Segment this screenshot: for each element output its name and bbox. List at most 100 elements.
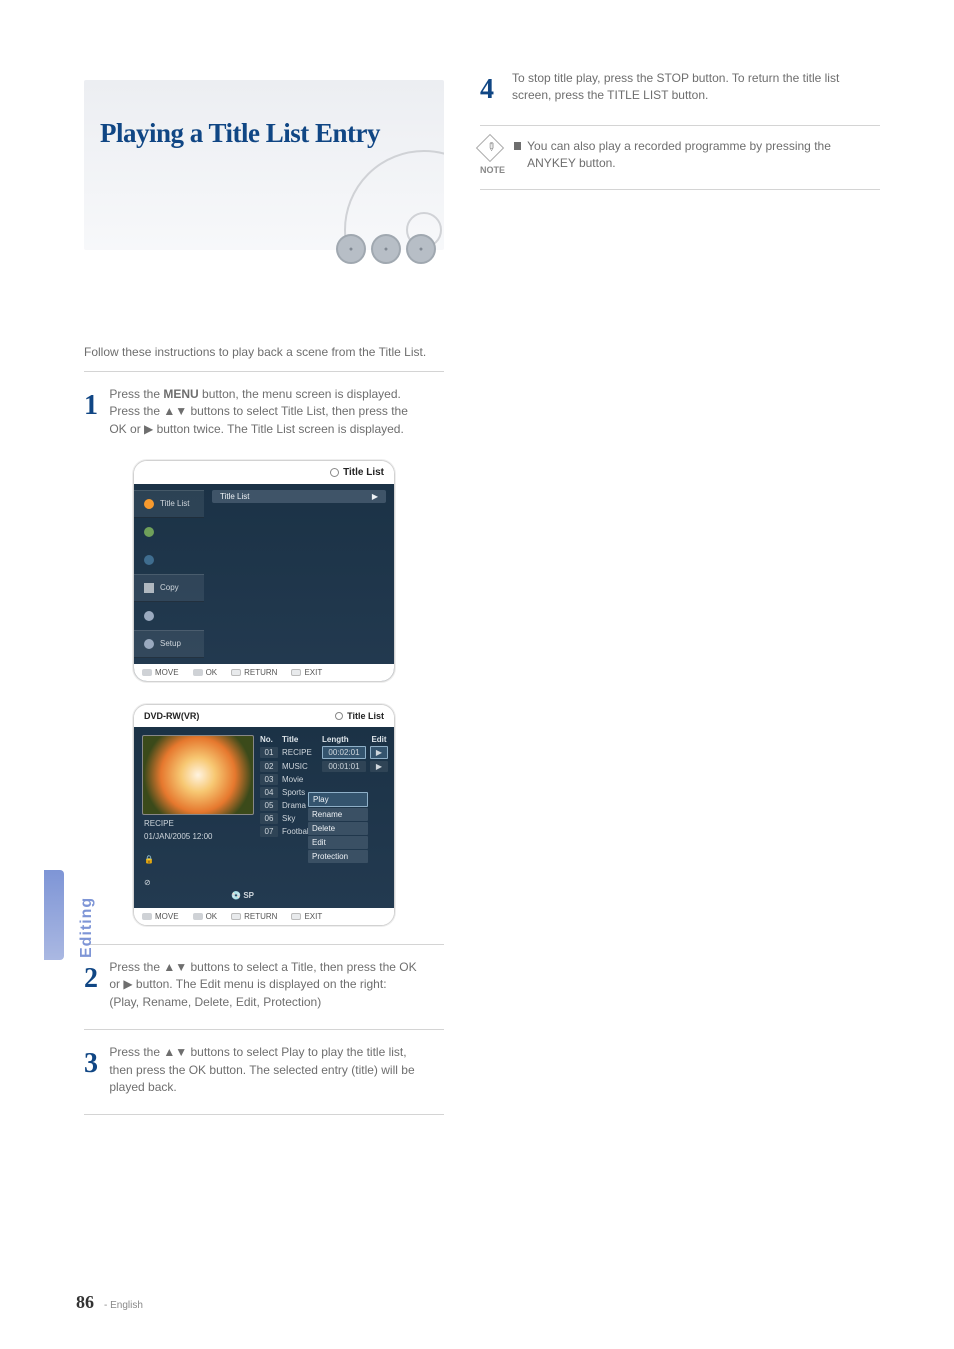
osd2-hright: Title List [347,711,384,721]
table-row[interactable]: 03 Movie [260,774,388,785]
popup-protection[interactable]: Protection [308,850,368,863]
pad-icon [193,669,203,676]
page-title: Playing a Title List Entry [84,80,444,149]
cell-edit: ▶ [370,746,388,759]
play-icon: ▶ [372,492,378,501]
col-edit: Edit [370,735,388,744]
osd1-bottom-bar: MOVE OK RETURN EXIT [134,664,394,681]
sidebar-item-titlelist[interactable]: Title List [134,490,204,518]
osd1-main: Title List ▶ [204,484,394,624]
osd1-header: Title List [134,461,394,484]
bullet-icon [514,142,521,150]
sidebar-item-copy[interactable]: Copy [134,574,204,602]
exit-icon [291,913,301,920]
bb2-2: RETURN [244,912,277,921]
sidebar-item-4[interactable] [134,602,204,630]
cell-no: 01 [260,747,278,758]
pad-icon [142,669,152,676]
sidebar-item-2[interactable] [134,546,204,574]
col-no: No. [260,735,278,744]
cell-title: MUSIC [282,762,318,771]
cell-no: 07 [260,826,278,837]
bb1-3: EXIT [304,668,322,677]
sidebar-item-setup[interactable]: Setup [134,630,204,658]
s2-arrows: ▲▼ [163,960,187,974]
sb-label-5: Setup [160,639,181,648]
bb1-2: RETURN [244,668,277,677]
step-number-4: 4 [480,70,504,111]
s2-tail: button. The Edit menu is displayed on th… [109,977,386,1008]
bb2-0: MOVE [155,912,179,921]
note-text: You can also play a recorded programme b… [527,138,880,177]
section-tab [44,870,64,960]
lock-icon: 🔒 [144,855,154,864]
s4-text: To stop title play, press the STOP butto… [512,71,839,102]
sidebar-item-1[interactable] [134,518,204,546]
step-number-2: 2 [84,959,98,1000]
osd-menu-screenshot: Title List Title List Copy Setup Title L… [133,460,395,682]
disc-badge-2: ● [371,234,401,264]
step1-bold: MENU [163,387,198,401]
osd2-hleft: DVD-RW(VR) [144,711,199,721]
pad-icon [193,913,203,920]
cell-no: 02 [260,761,278,772]
exit-icon [291,669,301,676]
return-icon [231,913,241,920]
osd1-sidebar: Title List Copy Setup [134,484,204,664]
note-block: ✎ NOTE You can also play a recorded prog… [480,138,880,177]
cell-no: 04 [260,787,278,798]
sb-label-3: Copy [160,583,179,592]
osd1-chip[interactable]: Title List ▶ [212,490,386,503]
disc-icon [335,712,343,720]
step-number-3: 3 [84,1044,98,1085]
note-label: NOTE [480,164,504,177]
popup-play[interactable]: Play [308,792,368,807]
return-icon [231,669,241,676]
popup-delete[interactable]: Delete [308,822,368,835]
osd-titlelist-screenshot: DVD-RW(VR) Title List RECIPE 01/JAN/2005… [133,704,395,926]
disc-small-icon: 💿 [231,891,241,900]
popup-edit[interactable]: Edit [308,836,368,849]
disc-badge-1: ● [336,234,366,264]
thumb-title: RECIPE [144,819,174,828]
s3-arrows: ▲▼ [163,1045,187,1059]
thumb-date: 01/JAN/2005 12:00 [144,832,213,841]
step-2: 2 Press the ▲▼ buttons to select a Title… [84,959,444,1011]
cell-len: 00:02:01 [322,746,366,759]
intro-text: Follow these instructions to play back a… [84,344,444,372]
section-tab-label: Editing [78,897,96,958]
note-icon: ✎ [476,133,504,161]
heading-box: Playing a Title List Entry [84,80,444,250]
col-title: Title [282,735,318,744]
bb2-3: EXIT [304,912,322,921]
step-3: 3 Press the ▲▼ buttons to select Play to… [84,1044,444,1096]
sb-label-0: Title List [160,499,190,508]
step-1: 1 Press the MENU button, the menu screen… [84,386,444,438]
cell-no: 03 [260,774,278,785]
col-length: Length [322,735,366,744]
cell-edit: ▶ [370,761,388,772]
disc-badge-3: ● [406,234,436,264]
table-row[interactable]: 02 MUSIC 00:01:01 ▶ [260,761,388,772]
sp-label: SP [243,891,254,900]
step1-lead: Press the [109,387,163,401]
step-number-1: 1 [84,386,98,427]
thumbnail-column: RECIPE 01/JAN/2005 12:00 🔒 ⊘ 💿 SP [142,735,254,900]
disc-icon [330,468,339,477]
noentry-icon: ⊘ [144,878,151,887]
osd2-bottom-bar: MOVE OK RETURN EXIT [134,908,394,925]
table-row[interactable]: 01 RECIPE 00:02:01 ▶ [260,746,388,759]
edit-popup-menu: Play Rename Delete Edit Protection [308,792,368,864]
popup-rename[interactable]: Rename [308,808,368,821]
preview-thumbnail [142,735,254,815]
bb2-1: OK [206,912,218,921]
pad-icon [142,913,152,920]
cell-no: 06 [260,813,278,824]
osd2-header: DVD-RW(VR) Title List [134,705,394,727]
osd1-chip-label: Title List [220,492,250,501]
footer-language: - English [104,1300,143,1311]
osd1-header-title: Title List [343,467,384,478]
bb1-1: OK [206,668,218,677]
cell-len: 00:01:01 [322,761,366,772]
page-number: 86 [76,1292,94,1313]
